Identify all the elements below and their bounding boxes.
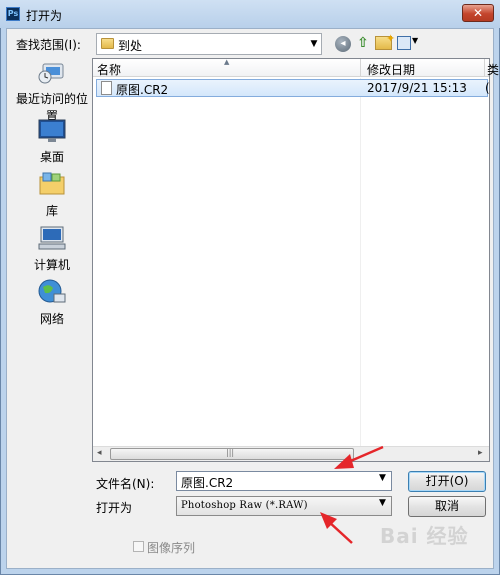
image-sequence-checkbox[interactable] xyxy=(133,541,144,552)
libraries-icon xyxy=(37,170,67,198)
title-bar[interactable] xyxy=(0,0,500,28)
place-network-label: 网络 xyxy=(39,312,64,326)
open-as-value[interactable]: Photoshop Raw (*.RAW) xyxy=(181,500,308,511)
file-date-cell: 2017/9/21 15:13 xyxy=(367,81,467,95)
computer-icon xyxy=(37,224,67,252)
places-bar: 最近访问的位置 桌面 库 计算机 网络 xyxy=(12,58,92,458)
network-icon xyxy=(37,278,67,306)
column-header-name[interactable]: 名称 xyxy=(97,61,121,78)
sort-ascending-icon: ▲ xyxy=(224,58,230,66)
open-button[interactable]: 打开(O) xyxy=(408,471,486,492)
file-list[interactable] xyxy=(92,58,490,462)
look-in-label: 查找范围(I): xyxy=(16,38,81,52)
scroll-left-icon[interactable]: ◂ xyxy=(97,448,102,458)
column-divider[interactable] xyxy=(360,59,361,77)
back-icon[interactable]: ◂ xyxy=(335,36,351,52)
dialog-title: 打开为 xyxy=(26,9,63,23)
file-type-cell: ( xyxy=(485,81,490,95)
column-header-date[interactable]: 修改日期 xyxy=(367,61,415,78)
recent-places-icon xyxy=(37,58,67,86)
view-menu-icon[interactable] xyxy=(397,36,411,50)
file-list-header xyxy=(93,59,489,77)
close-button[interactable]: ✕ xyxy=(462,4,494,22)
look-in-value: 到处 xyxy=(118,39,143,53)
column-header-type[interactable]: 类 xyxy=(487,61,499,78)
photoshop-app-icon: Ps xyxy=(6,7,20,21)
file-name-cell: 原图.CR2 xyxy=(116,83,169,97)
place-computer[interactable]: 计算机 xyxy=(12,224,92,273)
column-divider[interactable] xyxy=(484,59,485,77)
place-libraries-label: 库 xyxy=(45,204,58,218)
watermark: Bai 经验 xyxy=(380,524,469,548)
file-icon xyxy=(101,81,112,95)
scrollbar-grip-icon: ||| xyxy=(226,448,235,457)
new-folder-star-icon: ✦ xyxy=(386,32,396,45)
folder-icon xyxy=(101,38,114,49)
column-guide-line xyxy=(360,78,361,448)
place-computer-label: 计算机 xyxy=(33,258,70,272)
image-sequence-label: 图像序列 xyxy=(147,541,196,555)
file-name-value[interactable]: 原图.CR2 xyxy=(181,474,233,491)
scroll-right-icon[interactable]: ▸ xyxy=(478,448,483,458)
cancel-button[interactable]: 取消 xyxy=(408,496,486,517)
place-desktop-label: 桌面 xyxy=(39,150,64,164)
up-folder-icon[interactable]: ⇧ xyxy=(355,34,371,52)
place-recent[interactable]: 最近访问的位置 xyxy=(12,58,92,124)
place-desktop[interactable]: 桌面 xyxy=(12,116,92,165)
place-network[interactable]: 网络 xyxy=(12,278,92,327)
view-menu-arrow-icon[interactable]: ▼ xyxy=(412,36,418,45)
place-libraries[interactable]: 库 xyxy=(12,170,92,219)
chevron-down-icon[interactable]: ▼ xyxy=(379,498,386,508)
chevron-down-icon[interactable]: ▼ xyxy=(379,473,386,483)
open-as-label: 打开为 xyxy=(96,501,133,515)
desktop-icon xyxy=(37,116,67,144)
file-name-label: 文件名(N): xyxy=(96,477,155,491)
chevron-down-icon[interactable]: ▼ xyxy=(308,36,320,52)
